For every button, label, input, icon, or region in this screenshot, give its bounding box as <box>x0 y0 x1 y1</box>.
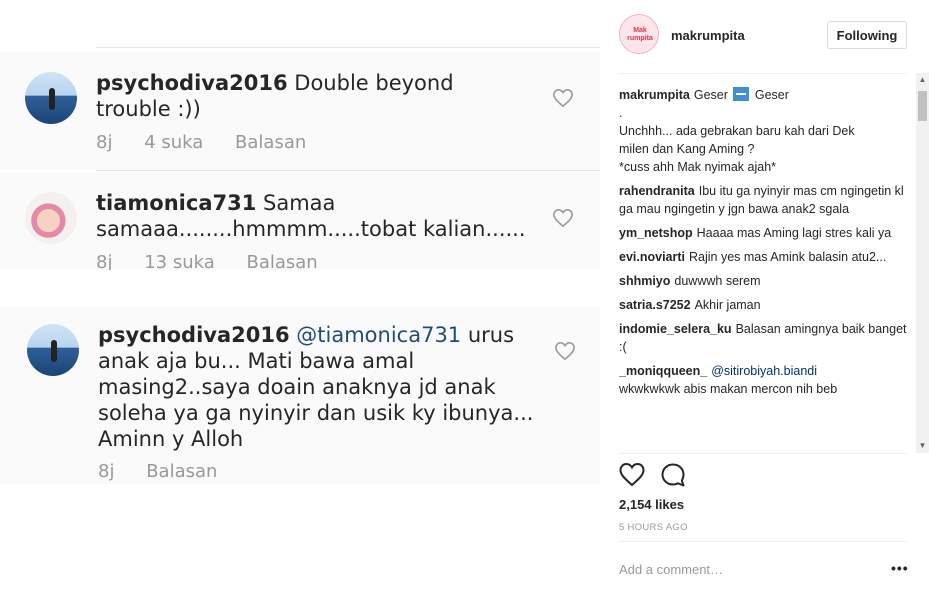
comment-text: Haaaa mas Aming lagi stres kali ya <box>696 226 892 240</box>
arrow-right-icon <box>733 87 750 101</box>
comment-mention[interactable]: @sitirobiyah.biandi <box>711 364 817 378</box>
image-comment-1: psychodiva2016 Double beyond trouble :))… <box>0 52 600 170</box>
caption: makrumpita Geser Geser . Unchhh... ada ge… <box>619 86 909 176</box>
heart-icon <box>553 88 573 108</box>
comment-username[interactable]: _moniqqueen_ <box>619 364 707 378</box>
comment-username[interactable]: indomie_selera_ku <box>619 322 732 336</box>
avatar-logo-text: Mak rumpita <box>627 27 653 42</box>
comment-time: 8j <box>98 461 115 482</box>
likes-count[interactable]: 2,154 likes <box>619 497 684 512</box>
list-item: indomie_selera_ku Balasan amingnya baik b… <box>619 320 909 356</box>
comment-text: soleha ya ga nyinyir dan usik ky ibunya.… <box>98 401 534 425</box>
post-timestamp: 5 HOURS AGO <box>619 522 688 533</box>
comment-text: Akhir jaman <box>694 298 761 312</box>
caption-username[interactable]: makrumpita <box>619 88 690 102</box>
comment-text: duwwwh serem <box>674 274 761 288</box>
avatar[interactable]: Mak rumpita <box>619 14 659 54</box>
list-item: ym_netshop Haaaa mas Aming lagi stres kal… <box>619 224 909 242</box>
heart-icon[interactable] <box>619 462 645 488</box>
comment-username: psychodiva2016 <box>96 71 288 95</box>
post-sidebar: Mak rumpita makrumpita Following makrump… <box>619 0 929 594</box>
list-item: satria.s7252 Akhir jaman <box>619 296 909 314</box>
author-username[interactable]: makrumpita <box>671 28 745 43</box>
comment-meta: 8j 13 suka Balasan <box>96 252 344 270</box>
divider <box>96 47 600 48</box>
add-comment-input[interactable]: Add a comment… <box>619 562 723 577</box>
comment-text: samaaa........hmmmm.....tobat kalian....… <box>96 217 526 241</box>
comment-time: 8j <box>96 132 113 153</box>
comment-text: Rajin yes mas Amink balasin atu2... <box>689 250 887 264</box>
list-item: _moniqqueen_ @sitirobiyah.biandi wkwkwkwk … <box>619 362 909 398</box>
comment-reply: Balasan <box>146 461 218 482</box>
scroll-thumb[interactable] <box>918 91 927 121</box>
avatar <box>25 192 77 244</box>
scroll-up-arrow-icon[interactable]: ▲ <box>916 73 929 87</box>
comment-text: Samaa <box>263 191 336 215</box>
divider <box>619 541 907 542</box>
comment-username[interactable]: ym_netshop <box>619 226 693 240</box>
caption-text: *cuss ahh Mak nyimak ajah* <box>619 160 777 174</box>
heart-icon <box>555 341 575 361</box>
comment-username[interactable]: shhmiyo <box>619 274 670 288</box>
caption-text: Geser <box>693 88 728 102</box>
caption-text: Geser <box>754 88 789 102</box>
comment-username[interactable]: evi.noviarti <box>619 250 685 264</box>
comment-text: Aminn y Alloh <box>98 427 244 451</box>
list-item: shhmiyo duwwwh serem <box>619 272 909 290</box>
comment-text: wkwkwkwk abis makan mercon nih beb <box>619 382 838 396</box>
post-header: Mak rumpita makrumpita Following <box>619 14 909 56</box>
comment-bubble-icon[interactable] <box>660 462 686 488</box>
comment-username[interactable]: satria.s7252 <box>619 298 691 312</box>
comment-username: psychodiva2016 <box>98 323 290 347</box>
comment-username: tiamonica731 <box>96 191 257 215</box>
comment-text: trouble :)) <box>96 97 201 121</box>
comment-text: Double beyond <box>294 71 454 95</box>
divider <box>619 73 907 74</box>
image-comment-3: psychodiva2016 @tiamonica731 urus anak a… <box>0 306 600 484</box>
avatar <box>27 324 79 376</box>
scrollbar[interactable]: ▲ ▼ <box>916 73 929 453</box>
image-comment-2: tiamonica731 Samaa samaaa........hmmmm..… <box>0 172 600 270</box>
caption-text: milen dan Kang Aming ? <box>619 142 755 156</box>
post-image: psychodiva2016 Double beyond trouble :))… <box>0 0 600 594</box>
comment-time: 8j <box>96 252 113 270</box>
more-options-icon[interactable]: ••• <box>891 560 909 576</box>
divider <box>619 453 907 454</box>
following-button[interactable]: Following <box>827 21 907 49</box>
comment-likes: 4 suka <box>144 132 204 153</box>
comment-text: anak aja bu... Mati bawa amal <box>98 349 415 373</box>
list-item: rahendranita Ibu itu ga nyinyir mas cm ng… <box>619 182 909 218</box>
divider <box>96 170 600 171</box>
comment-username[interactable]: rahendranita <box>619 184 695 198</box>
comment-mention: @tiamonica731 <box>296 323 462 347</box>
scroll-down-arrow-icon[interactable]: ▼ <box>916 439 929 453</box>
comment-text: masing2..saya doain anaknya jd anak <box>98 375 496 399</box>
heart-icon <box>553 208 573 228</box>
comment-meta: 8j 4 suka Balasan <box>96 132 332 153</box>
comment-likes: 13 suka <box>144 252 215 270</box>
comment-reply: Balasan <box>246 252 318 270</box>
caption-text: . <box>619 106 623 120</box>
comment-text: urus <box>467 323 515 347</box>
caption-text: Unchhh... ada gebrakan baru kah dari Dek <box>619 124 855 138</box>
avatar <box>25 72 77 124</box>
comment-reply: Balasan <box>235 132 307 153</box>
comment-meta: 8j Balasan <box>98 461 243 482</box>
comments-list[interactable]: makrumpita Geser Geser . Unchhh... ada ge… <box>619 86 909 452</box>
list-item: evi.noviarti Rajin yes mas Amink balasin … <box>619 248 909 266</box>
